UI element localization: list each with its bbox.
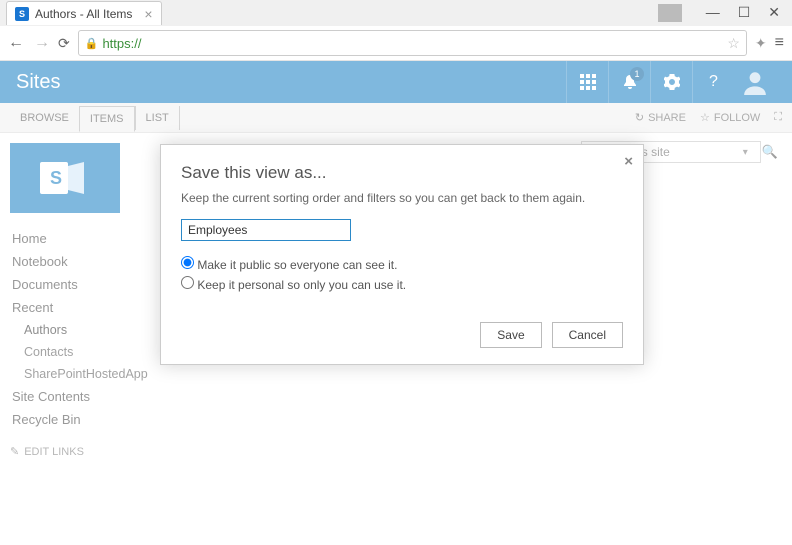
url-field[interactable]: 🔒 https:// ☆ [78,30,747,56]
browser-tab[interactable]: S Authors - All Items × [6,1,162,25]
radio-personal[interactable]: Keep it personal so only you can use it. [181,275,623,295]
save-button[interactable]: Save [480,322,541,348]
window-controls: — ☐ ✕ [658,4,792,22]
browser-titlebar: S Authors - All Items × — ☐ ✕ [0,0,792,26]
browser-chrome: S Authors - All Items × — ☐ ✕ ← → ⟳ 🔒 ht… [0,0,792,61]
close-window-icon[interactable]: ✕ [768,4,780,22]
url-scheme: https:// [102,36,141,51]
sharepoint-favicon-icon: S [15,7,29,21]
save-view-dialog: × Save this view as... Keep the current … [160,144,644,365]
hamburger-menu-icon[interactable]: ≡ [775,34,784,52]
bookmark-star-icon[interactable]: ☆ [727,35,740,52]
tab-title: Authors - All Items [35,7,132,21]
user-placeholder-icon [658,4,682,22]
view-name-input[interactable] [181,219,351,241]
address-bar: ← → ⟳ 🔒 https:// ☆ ✦ ≡ [0,26,792,60]
forward-icon[interactable]: → [34,34,50,52]
lock-icon: 🔒 [85,37,99,50]
dialog-close-icon[interactable]: × [624,153,633,170]
back-icon[interactable]: ← [8,34,24,52]
cancel-button[interactable]: Cancel [552,322,623,348]
reload-icon[interactable]: ⟳ [58,35,70,52]
minimize-icon[interactable]: — [706,4,720,22]
close-tab-icon[interactable]: × [144,6,152,22]
extension-icon[interactable]: ✦ [755,35,767,52]
radio-public[interactable]: Make it public so everyone can see it. [181,255,623,275]
dialog-hint: Keep the current sorting order and filte… [181,191,623,205]
maximize-icon[interactable]: ☐ [738,4,751,22]
dialog-title: Save this view as... [181,163,623,183]
